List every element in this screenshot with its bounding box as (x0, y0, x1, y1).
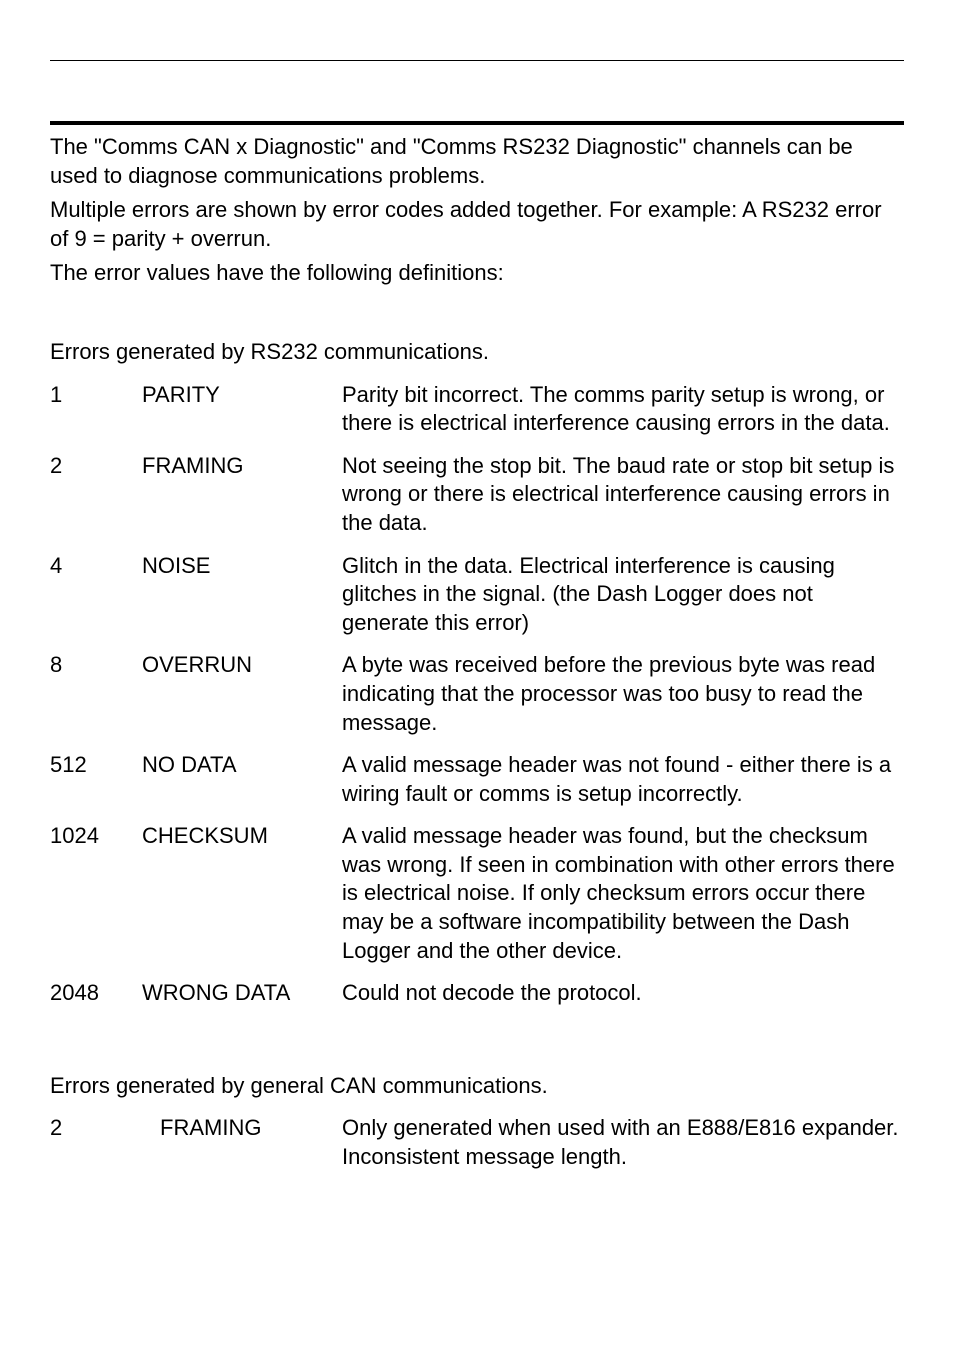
error-desc: Parity bit incorrect. The comms parity s… (342, 381, 904, 452)
error-code: 512 (50, 751, 142, 822)
thick-divider (50, 121, 904, 125)
table-row: 2 FRAMING Not seeing the stop bit. The b… (50, 452, 904, 552)
top-divider (50, 60, 904, 61)
error-name: NOISE (142, 552, 342, 652)
error-name: NO DATA (142, 751, 342, 822)
error-code: 1024 (50, 822, 142, 979)
error-code: 1 (50, 381, 142, 452)
error-desc: Could not decode the protocol. (342, 979, 904, 1022)
error-name: OVERRUN (142, 651, 342, 751)
table-row: 512 NO DATA A valid message header was n… (50, 751, 904, 822)
intro-p3: The error values have the following defi… (50, 259, 904, 288)
can-error-table: 2 FRAMING Only generated when used with … (50, 1114, 904, 1185)
table-row: 8 OVERRUN A byte was received before the… (50, 651, 904, 751)
error-code: 2 (50, 1114, 142, 1185)
error-desc: Not seeing the stop bit. The baud rate o… (342, 452, 904, 552)
error-code: 8 (50, 651, 142, 751)
can-note: Errors generated by general CAN communic… (50, 1072, 904, 1101)
error-desc: A byte was received before the previous … (342, 651, 904, 751)
error-name: FRAMING (142, 452, 342, 552)
error-desc: Glitch in the data. Electrical interfere… (342, 552, 904, 652)
error-desc: A valid message header was found, but th… (342, 822, 904, 979)
rs232-error-table: 1 PARITY Parity bit incorrect. The comms… (50, 381, 904, 1022)
table-row: 2048 WRONG DATA Could not decode the pro… (50, 979, 904, 1022)
error-code: 4 (50, 552, 142, 652)
error-desc: Only generated when used with an E888/E8… (342, 1114, 904, 1185)
error-name: CHECKSUM (142, 822, 342, 979)
error-code: 2048 (50, 979, 142, 1022)
error-name: WRONG DATA (142, 979, 342, 1022)
error-code: 2 (50, 452, 142, 552)
error-desc: A valid message header was not found - e… (342, 751, 904, 822)
intro-p2: Multiple errors are shown by error codes… (50, 196, 904, 253)
intro-block: The "Comms CAN x Diagnostic" and "Comms … (50, 133, 904, 288)
table-row: 2 FRAMING Only generated when used with … (50, 1114, 904, 1185)
intro-p1: The "Comms CAN x Diagnostic" and "Comms … (50, 133, 904, 190)
table-row: 1024 CHECKSUM A valid message header was… (50, 822, 904, 979)
error-name: FRAMING (142, 1114, 342, 1185)
table-row: 4 NOISE Glitch in the data. Electrical i… (50, 552, 904, 652)
table-row: 1 PARITY Parity bit incorrect. The comms… (50, 381, 904, 452)
error-name: PARITY (142, 381, 342, 452)
rs232-note: Errors generated by RS232 communications… (50, 338, 904, 367)
